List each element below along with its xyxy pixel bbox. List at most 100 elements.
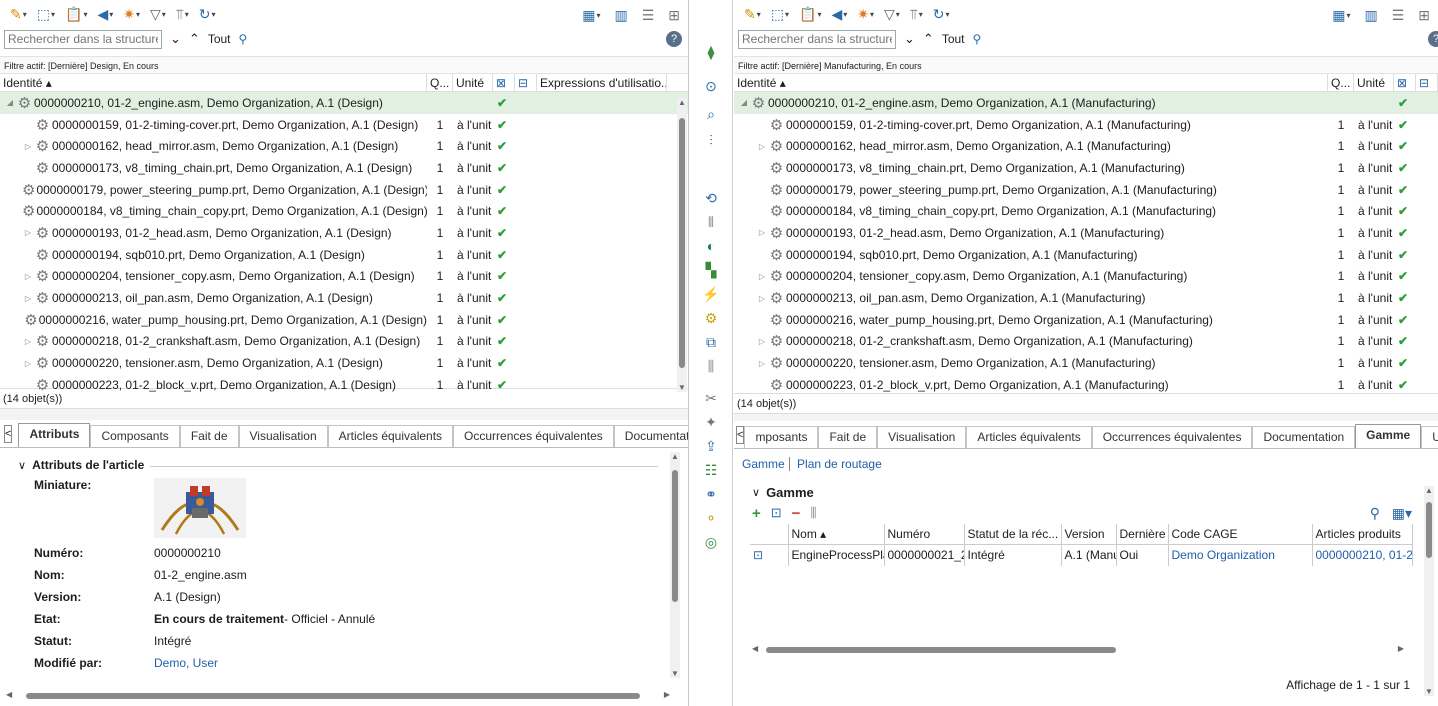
header-unit[interactable]: Unité bbox=[1354, 73, 1394, 92]
clipboard-icon[interactable]: 📋 ▾ bbox=[795, 3, 825, 25]
detail-vscroll[interactable]: ▲ ▼ bbox=[1424, 486, 1434, 696]
tree-edit-icon[interactable]: ☷ bbox=[700, 460, 722, 480]
select-icon[interactable]: ⬚ ▾ bbox=[767, 3, 793, 25]
insert-icon[interactable]: ◀ ▾ bbox=[827, 3, 851, 25]
structure-search-icon[interactable]: ⚲ bbox=[973, 32, 982, 46]
find-icon[interactable]: ⊙ bbox=[700, 76, 722, 96]
table-row[interactable]: ⚙ 0000000179, power_steering_pump.prt, De… bbox=[734, 179, 1438, 201]
table-row[interactable]: ⚙ 0000000159, 01-2-timing-cover.prt, Demo… bbox=[734, 114, 1438, 136]
table-row[interactable]: ▷ ⚙ 0000000204, tensioner_copy.asm, Demo O… bbox=[734, 266, 1438, 288]
cage-link[interactable]: Demo Organization bbox=[1168, 544, 1313, 566]
header-expressions[interactable]: Expressions d'utilisatio... bbox=[537, 73, 667, 92]
assign-icon[interactable]: ▚ bbox=[700, 260, 722, 280]
table-row[interactable]: ▷ ⚙ 0000000220, tensioner.asm, Demo Organi… bbox=[734, 352, 1438, 374]
tab-5[interactable]: Occurrences équivalentes bbox=[453, 425, 614, 447]
table-row[interactable]: ⚙ 0000000184, v8_timing_chain_copy.prt, D… bbox=[734, 200, 1438, 222]
columns-view-icon[interactable]: ▥ bbox=[1360, 4, 1381, 26]
header-identite[interactable]: Identité ▴ bbox=[0, 73, 427, 92]
attributes-hscroll[interactable]: ◀ ▶ bbox=[6, 690, 670, 700]
compare-icon[interactable]: ◐ bbox=[700, 236, 722, 256]
grid-col-nom[interactable]: Nom ▴ bbox=[788, 524, 885, 545]
add-icon[interactable]: + bbox=[752, 505, 761, 522]
tout-label[interactable]: Tout bbox=[942, 32, 965, 46]
columns-view-icon[interactable]: ▥ bbox=[610, 4, 631, 26]
expand-toggle-icon[interactable]: ▷ bbox=[756, 294, 768, 303]
table-row[interactable]: ▷ ⚙ 0000000213, oil_pan.asm, Demo Organiza… bbox=[734, 287, 1438, 309]
refresh-icon[interactable]: ↻ ▾ bbox=[195, 3, 220, 25]
tout-label[interactable]: Tout bbox=[208, 32, 231, 46]
header-status-icon[interactable]: ⊠ bbox=[493, 73, 515, 92]
tab-3[interactable]: Visualisation bbox=[238, 425, 328, 447]
insert-icon[interactable]: ◀ ▾ bbox=[93, 3, 117, 25]
expand-toggle-icon[interactable]: ▷ bbox=[756, 359, 768, 368]
table-row[interactable]: ▷ ⚙ 0000000162, head_mirror.asm, Demo Orga… bbox=[734, 135, 1438, 157]
grid-options-icon[interactable]: ▦▾ bbox=[1392, 505, 1412, 522]
tab-6[interactable]: Documentation bbox=[613, 425, 688, 447]
sublink-gamme[interactable]: Gamme bbox=[742, 457, 790, 471]
replace-icon[interactable]: ⚬ bbox=[700, 508, 722, 528]
chevron-down-icon[interactable]: ⌄ bbox=[170, 31, 181, 47]
chevron-up-icon[interactable]: ⌃ bbox=[923, 31, 934, 47]
remove-icon[interactable]: − bbox=[792, 505, 801, 522]
table-row[interactable]: ▷ ⚙ 0000000220, tensioner.asm, Demo Organi… bbox=[0, 352, 688, 374]
table-row[interactable]: ▷ ⚙ 0000000193, 01-2_head.asm, Demo Organi… bbox=[0, 222, 688, 244]
align-icon[interactable]: ⫴ bbox=[700, 212, 722, 232]
tree-icon[interactable]: ⫼ bbox=[810, 505, 816, 521]
table-row[interactable]: ▷ ⚙ 0000000162, head_mirror.asm, Demo Orga… bbox=[0, 135, 688, 157]
expand-toggle-icon[interactable]: ▷ bbox=[756, 337, 768, 346]
header-quantity[interactable]: Q... bbox=[1328, 73, 1354, 92]
tab-1[interactable]: Fait de bbox=[818, 426, 878, 448]
structure-icon[interactable]: ⫪ ▾ bbox=[906, 3, 927, 25]
table-row[interactable]: ⚙ 0000000184, v8_timing_chain_copy.prt, D… bbox=[0, 200, 688, 222]
header-unit[interactable]: Unité bbox=[453, 73, 493, 92]
tab-4[interactable]: Articles équivalents bbox=[327, 425, 454, 447]
grid-hscroll[interactable]: ◀ ▶ bbox=[752, 644, 1404, 654]
help-icon[interactable]: ? bbox=[1428, 31, 1438, 47]
structure-icon[interactable]: ⫪ ▾ bbox=[172, 3, 193, 25]
header-compare-icon[interactable]: ⊟ bbox=[515, 73, 537, 92]
actions-icon[interactable]: ✷ ▾ bbox=[119, 3, 144, 25]
clipboard-icon[interactable]: 📋 ▾ bbox=[61, 3, 91, 25]
new-branch-icon[interactable]: ⚙ bbox=[700, 308, 722, 328]
tab-7[interactable]: Usines bbox=[1421, 426, 1438, 448]
tab-scroll-left[interactable]: < bbox=[4, 425, 13, 443]
engine-thumbnail[interactable] bbox=[154, 478, 246, 538]
sync-icon[interactable]: ⟲ bbox=[700, 188, 722, 208]
table-row[interactable]: ⚙ 0000000194, sqb010.prt, Demo Organizati… bbox=[734, 244, 1438, 266]
grid-col-statut[interactable]: Statut de la réc... bbox=[964, 524, 1062, 545]
table-row[interactable]: ⚙ 0000000159, 01-2-timing-cover.prt, Demo… bbox=[0, 114, 688, 136]
edit-icon[interactable]: ✎ ▾ bbox=[740, 3, 765, 25]
modified-by-link[interactable]: Demo, User bbox=[154, 656, 218, 670]
collapse-chevron-icon[interactable]: ∨ bbox=[18, 459, 26, 472]
table-row[interactable]: ⚙ 0000000223, 01-2_block_v.prt, Demo Orga… bbox=[734, 374, 1438, 396]
tab-5[interactable]: Documentation bbox=[1252, 426, 1356, 448]
actions-icon[interactable]: ✷ ▾ bbox=[853, 3, 878, 25]
grid-col-articles[interactable]: Articles produits bbox=[1312, 524, 1413, 545]
expand-toggle-icon[interactable]: ▷ bbox=[22, 359, 34, 368]
header-quantity[interactable]: Q... bbox=[427, 73, 453, 92]
grid-view-icon[interactable]: ⊞ bbox=[1414, 4, 1434, 26]
expand-toggle-icon[interactable]: ◢ bbox=[738, 98, 750, 107]
search-input[interactable] bbox=[738, 29, 896, 49]
expand-toggle-icon[interactable]: ▷ bbox=[22, 294, 34, 303]
table-row[interactable]: ▷ ⚙ 0000000204, tensioner_copy.asm, Demo O… bbox=[0, 266, 688, 288]
tools-icon[interactable]: ✂ bbox=[700, 388, 722, 408]
select-icon[interactable]: ⬚ ▾ bbox=[33, 3, 59, 25]
layout-icon[interactable]: ▦ ▾ bbox=[1328, 4, 1354, 26]
tab-2[interactable]: Fait de bbox=[179, 425, 239, 447]
filter-icon[interactable]: ▽ ▾ bbox=[880, 3, 904, 25]
refresh-icon[interactable]: ↻ ▾ bbox=[929, 3, 954, 25]
articles-link[interactable]: 0000000210, 01-2_e bbox=[1312, 544, 1413, 566]
tab-2[interactable]: Visualisation bbox=[877, 426, 967, 448]
table-row[interactable]: ▷ ⚙ 0000000218, 01-2_crankshaft.asm, Demo … bbox=[0, 331, 688, 353]
expand-toggle-icon[interactable]: ◢ bbox=[4, 98, 16, 107]
attributes-vscroll[interactable]: ▲ ▼ bbox=[670, 452, 680, 678]
rows-view-icon[interactable]: ☰ bbox=[1388, 4, 1409, 26]
chevron-up-icon[interactable]: ⌃ bbox=[189, 31, 200, 47]
header-status-icon[interactable]: ⊠ bbox=[1394, 73, 1416, 92]
tab-0[interactable]: mposants bbox=[744, 426, 819, 448]
filter-icon[interactable]: ▽ ▾ bbox=[146, 3, 170, 25]
sublink-plan-routage[interactable]: Plan de routage bbox=[793, 457, 882, 471]
table-row[interactable]: ⚙ 0000000173, v8_timing_chain.prt, Demo O… bbox=[0, 157, 688, 179]
paste-icon[interactable]: ⚡ bbox=[700, 284, 722, 304]
